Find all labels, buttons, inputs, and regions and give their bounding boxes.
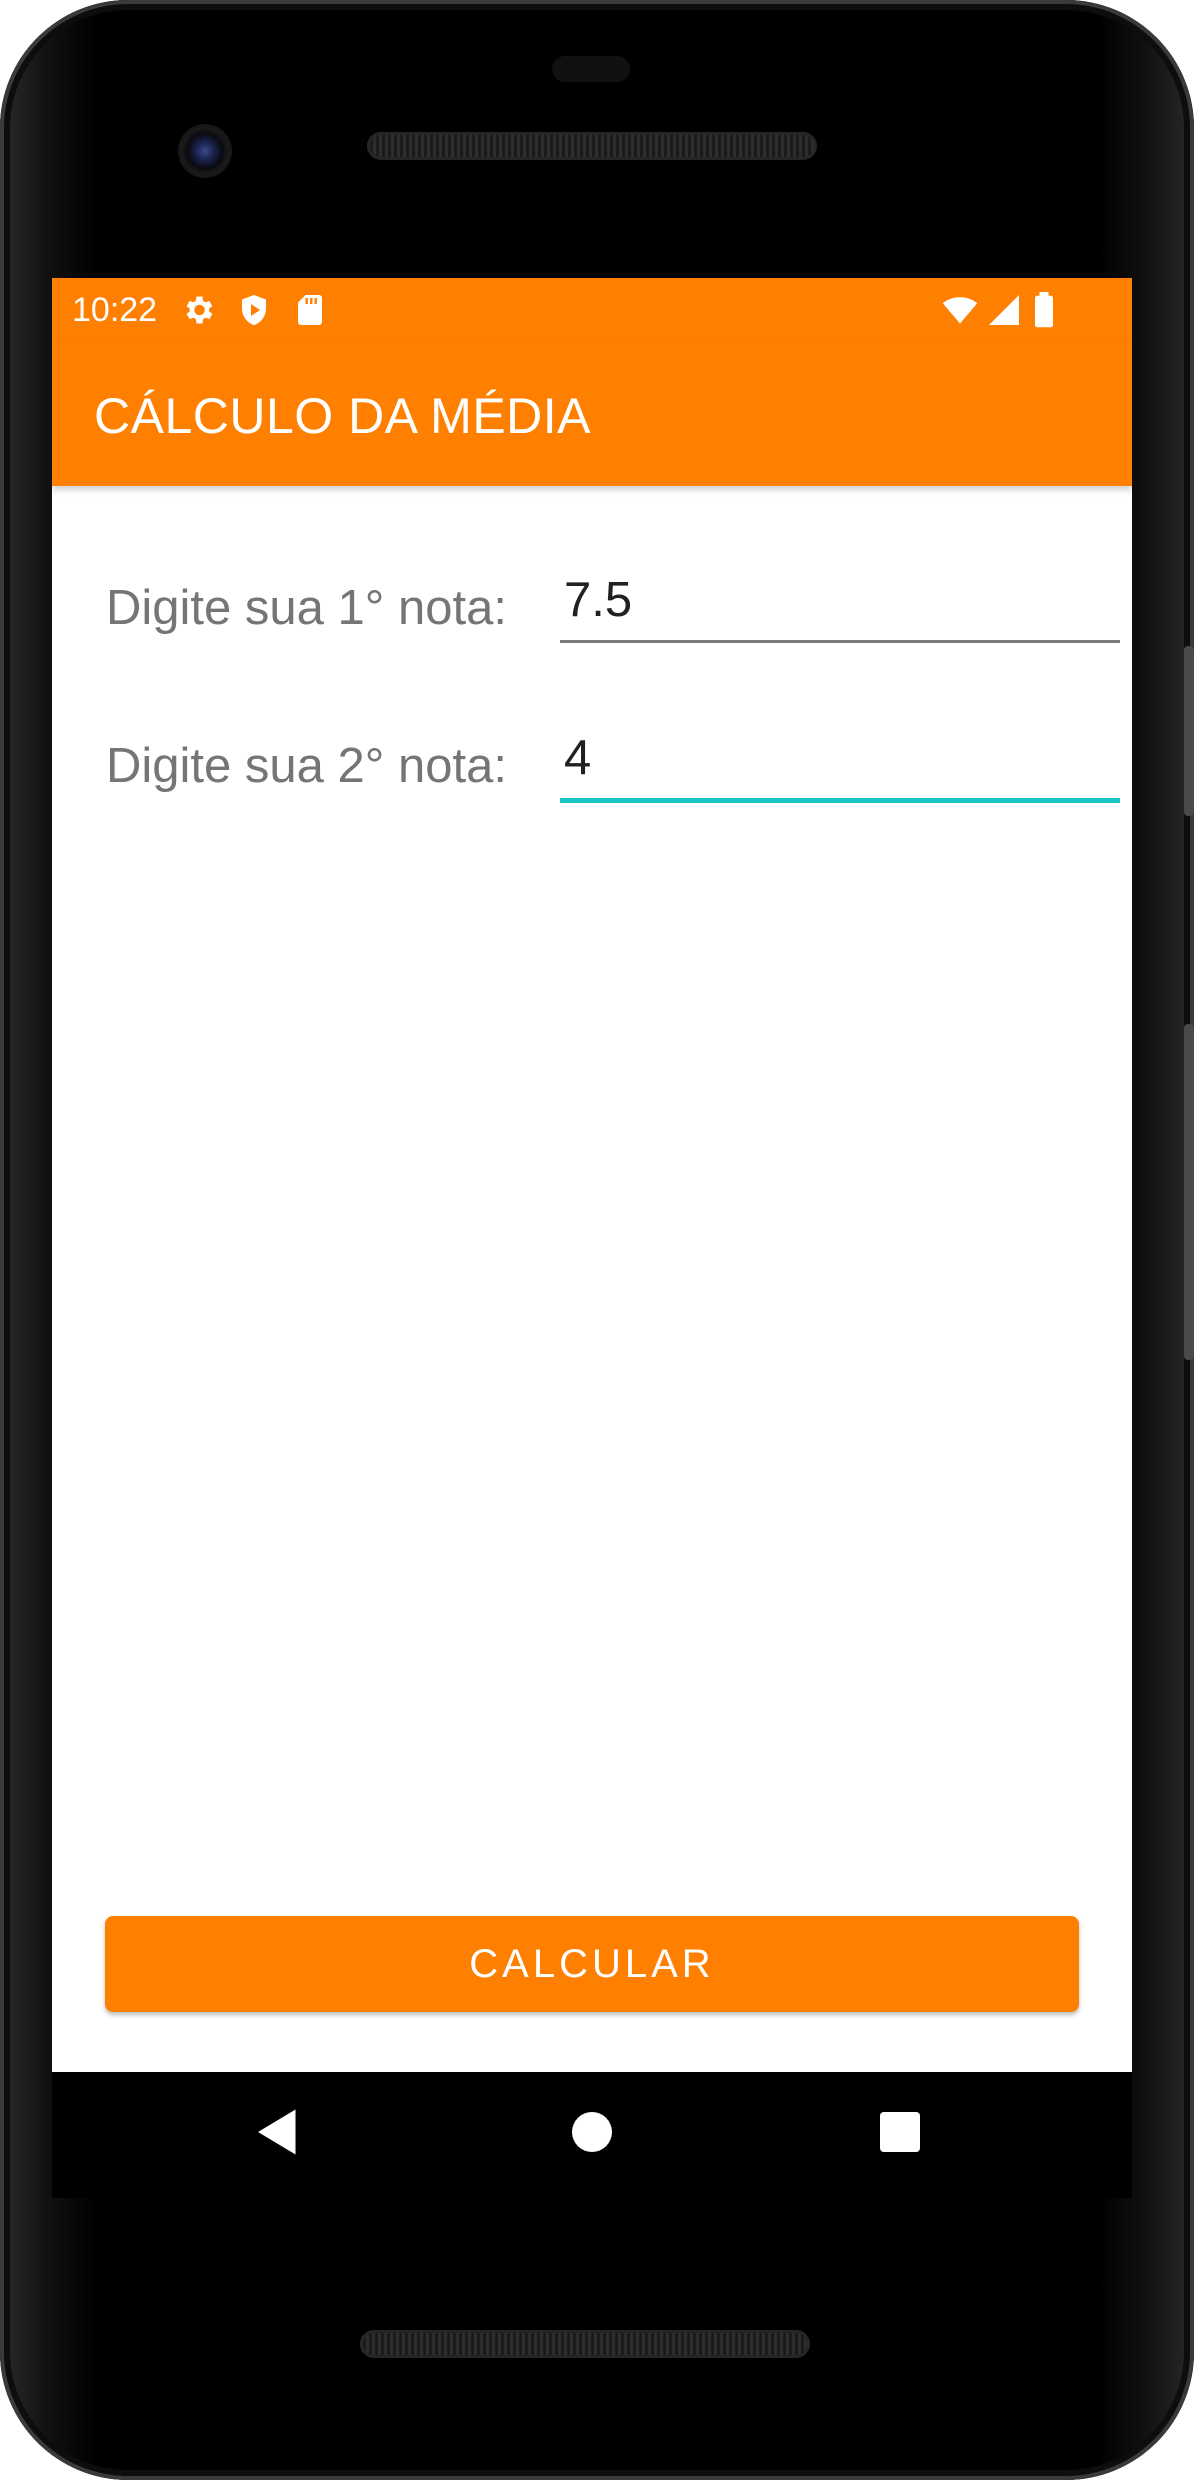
front-camera [178,124,232,178]
battery-icon [1030,292,1058,328]
recents-icon[interactable] [870,2102,930,2162]
sd-card-icon [292,292,328,328]
cell-signal-icon [986,292,1022,328]
status-time: 10:22 [72,291,158,329]
power-button [1184,646,1194,816]
top-slot [552,56,630,82]
app-bar: CÁLCULO DA MÉDIA [52,342,1132,486]
grade2-underline [560,798,1120,803]
grade1-label: Digite sua 1° nota: [106,581,507,635]
gear-icon [180,292,216,328]
status-bar: 10:22 [52,278,1132,342]
grade2-input[interactable] [560,722,1120,794]
grade1-underline [560,640,1120,643]
screen: 10:22 CÁLCULO DA MÉDIA Digite sua 1° not… [52,278,1132,2072]
back-icon[interactable] [248,2102,308,2162]
home-icon[interactable] [562,2102,622,2162]
grade2-row: Digite sua 2° nota: [52,714,1132,814]
volume-rocker [1184,1024,1194,1360]
bottom-speaker [360,2330,810,2358]
shield-play-icon [236,292,272,328]
wifi-icon [940,292,980,328]
grade1-row: Digite sua 1° nota: [52,556,1132,656]
navigation-bar [52,2072,1132,2198]
grade1-input[interactable] [560,564,1120,636]
phone-frame: 10:22 CÁLCULO DA MÉDIA Digite sua 1° not… [0,0,1194,2480]
page-title: CÁLCULO DA MÉDIA [94,388,592,444]
main-content: Digite sua 1° nota: Digite sua 2° nota: … [52,486,1132,2072]
earpiece-speaker [367,132,817,160]
calculate-button[interactable]: CALCULAR [105,1916,1079,2012]
grade2-label: Digite sua 2° nota: [106,739,507,793]
